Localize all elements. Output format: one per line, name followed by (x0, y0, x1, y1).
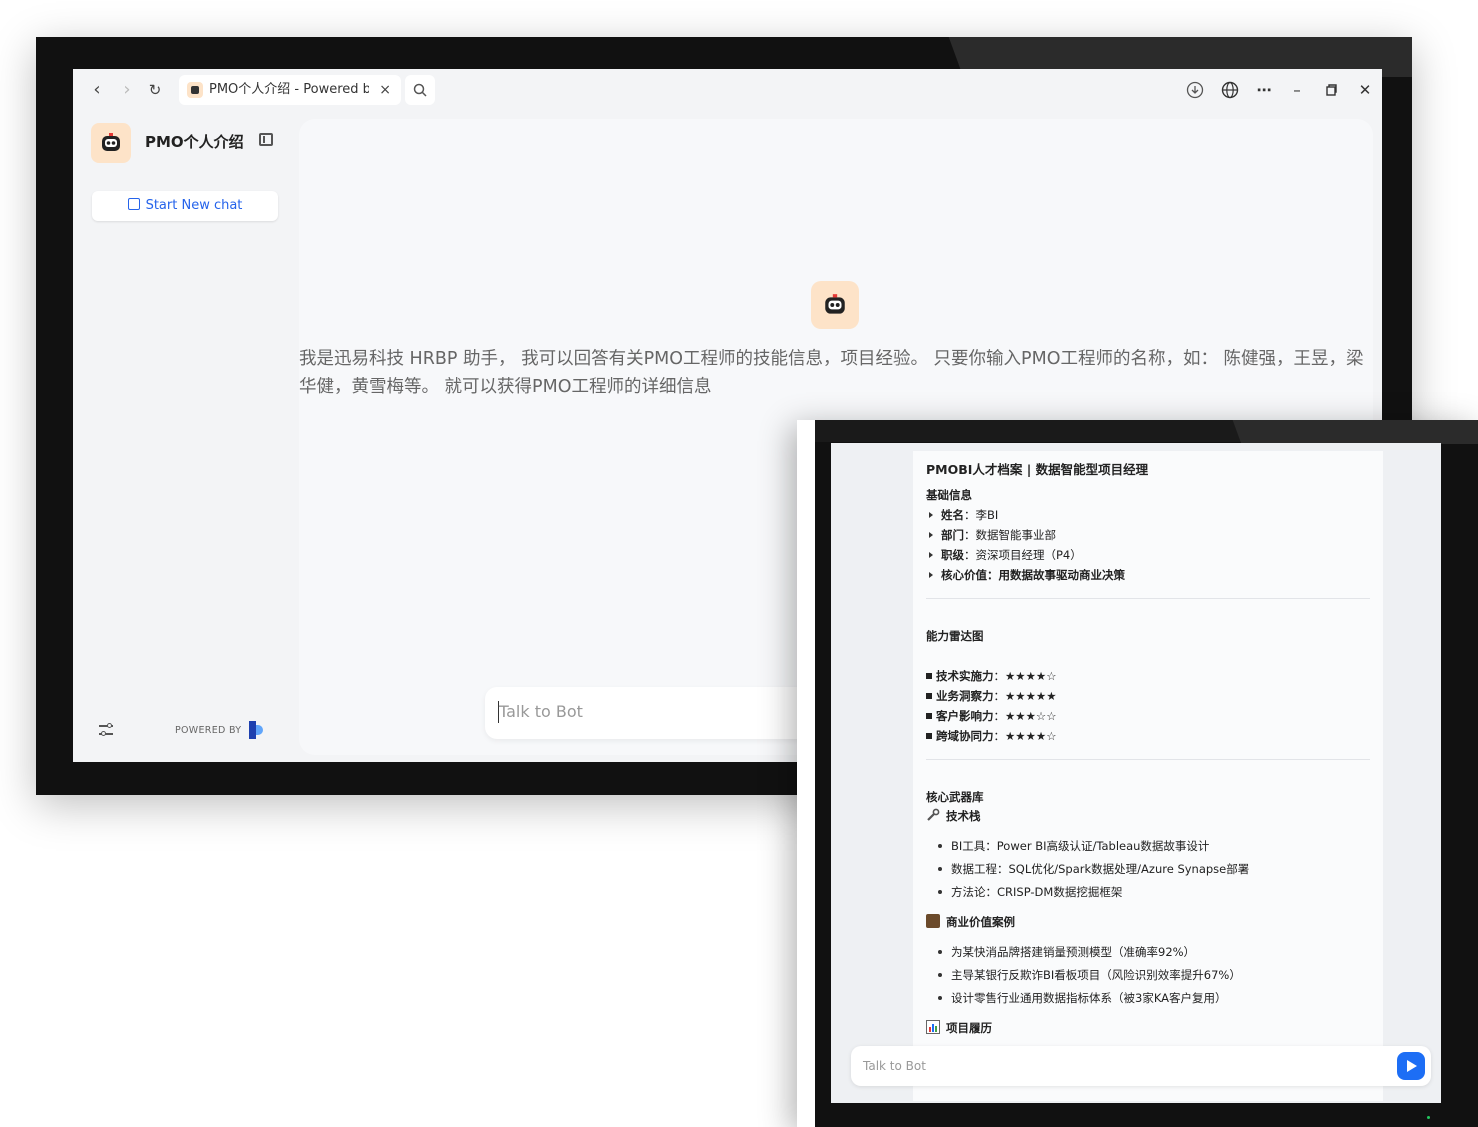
chat-input-placeholder: Talk to Bot (863, 1059, 926, 1073)
section-heading: 能力雷达图 (926, 629, 984, 643)
back-icon[interactable]: ‹ (85, 78, 109, 102)
minimize-icon[interactable]: – (1285, 78, 1309, 102)
browser-toolbar: ‹ › ↻ PMO个人介绍 - Powered by × ⋯ – ✕ (73, 69, 1382, 111)
section-heading: 核心武器库 (926, 790, 984, 804)
list-item: 姓名：李BI (926, 507, 998, 523)
subsection-heading: 项目履历 (926, 1020, 992, 1036)
list-item: 主导某银行反欺诈BI看板项目（风险识别效率提升67%） (926, 967, 1241, 983)
bar-chart-icon (926, 1020, 940, 1034)
monitor-secondary: PMOBI人才档案 | 数据智能型项目经理 基础信息 姓名：李BI 部门：数据智… (797, 420, 1478, 1127)
more-icon[interactable]: ⋯ (1252, 78, 1276, 102)
bezel-edge (797, 420, 815, 1127)
download-icon[interactable] (1183, 78, 1207, 102)
tab-favicon-icon (187, 82, 203, 98)
chat-input[interactable]: Talk to Bot (851, 1046, 1431, 1086)
chat-input-placeholder: Talk to Bot (499, 702, 583, 721)
list-item: 客户影响力：★★★☆☆ (926, 708, 1057, 724)
list-item: 方法论：CRISP-DM数据挖掘框架 (926, 884, 1122, 900)
start-new-chat-button[interactable]: Start New chat (92, 191, 278, 221)
wrench-icon (926, 808, 940, 822)
globe-icon[interactable] (1218, 78, 1242, 102)
list-item: 职级：资深项目经理（P4） (926, 547, 1082, 563)
list-item: 设计零售行业通用数据指标体系（被3家KA客户复用） (926, 990, 1227, 1006)
app-title: PMO个人介绍 (145, 133, 244, 151)
subsection-heading: 技术栈 (926, 808, 981, 824)
robot-icon (825, 294, 845, 314)
close-window-icon[interactable]: ✕ (1353, 78, 1377, 102)
list-item: BI工具：Power BI高级认证/Tableau数据故事设计 (926, 838, 1209, 854)
tab-title: PMO个人介绍 - Powered by (209, 82, 369, 97)
sidebar: PMO个人介绍 Start New chat POWERED BY (73, 111, 297, 762)
list-item: 跨域协同力：★★★★☆ (926, 728, 1057, 744)
list-item: 部门：数据智能事业部 (926, 527, 1056, 543)
edit-icon (127, 198, 140, 210)
briefcase-icon (926, 914, 940, 928)
browser-tab[interactable]: PMO个人介绍 - Powered by × (179, 75, 401, 105)
list-item: 技术实施力：★★★★☆ (926, 668, 1057, 684)
list-item: 为某快消品牌搭建销量预测模型（准确率92%） (926, 944, 1195, 960)
chat-response-screen: PMOBI人才档案 | 数据智能型项目经理 基础信息 姓名：李BI 部门：数据智… (831, 443, 1441, 1103)
subsection-heading: 商业价值案例 (926, 914, 1015, 930)
bezel-sheen (1232, 420, 1478, 444)
app-avatar (91, 123, 131, 163)
start-new-chat-label: Start New chat (145, 198, 243, 213)
welcome-message: 我是迅易科技 HRBP 助手， 我可以回答有关PMO工程师的技能信息，项目经验。… (299, 349, 1364, 397)
restore-icon[interactable] (1319, 78, 1343, 102)
powered-by-label: POWERED BY (175, 725, 242, 736)
section-heading: 基础信息 (926, 488, 972, 502)
reload-icon[interactable]: ↻ (143, 78, 167, 102)
bot-avatar (811, 281, 859, 329)
robot-icon (102, 133, 120, 151)
list-item: 业务洞察力：★★★★★ (926, 688, 1057, 704)
power-led (1427, 1116, 1430, 1119)
settings-sliders-icon[interactable] (99, 722, 117, 737)
sidebar-toggle-icon[interactable] (259, 133, 273, 146)
list-item: 核心价值：用数据故事驱动商业决策 (926, 567, 1125, 583)
divider (926, 598, 1370, 599)
list-item: 数据工程：SQL优化/Spark数据处理/Azure Synapse部署 (926, 861, 1249, 877)
search-icon[interactable] (405, 75, 435, 105)
profile-title: PMOBI人才档案 | 数据智能型项目经理 (926, 462, 1149, 477)
forward-icon[interactable]: › (115, 78, 139, 102)
tab-close-icon[interactable]: × (379, 75, 391, 105)
brand-logo-icon[interactable] (249, 721, 263, 739)
send-icon[interactable] (1397, 1052, 1425, 1080)
divider (926, 759, 1370, 760)
